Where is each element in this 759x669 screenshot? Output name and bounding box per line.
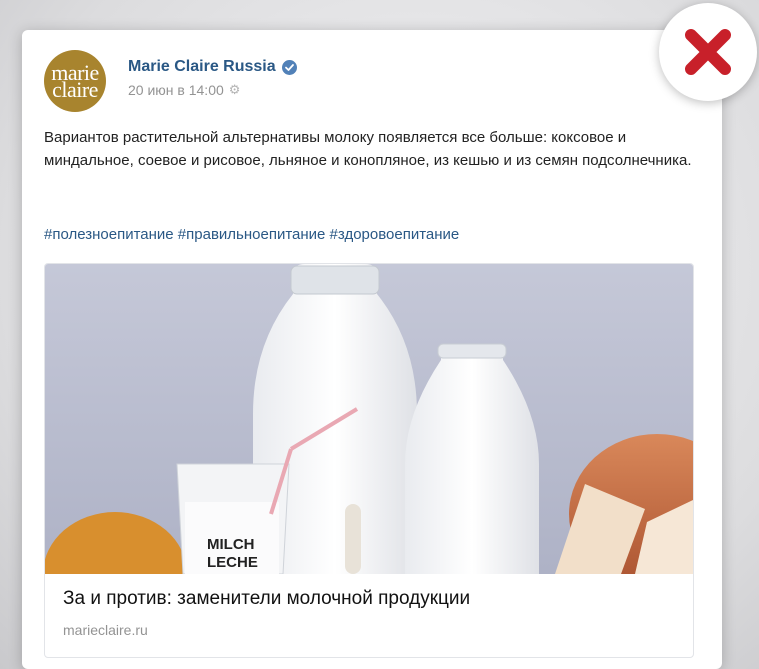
snippet-title[interactable]: За и против: заменители молочной продукц… — [63, 588, 470, 610]
post-text: Вариантов растительной альтернативы моло… — [44, 129, 692, 169]
avatar[interactable]: marie claire — [44, 50, 106, 112]
hashtags-link[interactable]: #полезноепитание #правильноепитание #здо… — [44, 226, 459, 243]
author-name-link[interactable]: Marie Claire Russia — [128, 58, 276, 76]
gear-icon[interactable]: ⚙ — [229, 82, 241, 98]
image-label-line1: MILCH — [207, 536, 255, 553]
image-label-line2: LECHE — [207, 554, 258, 571]
verified-check-icon — [281, 59, 297, 75]
post-date-row: 20 июн в 14:00 ⚙ — [128, 82, 240, 98]
snippet-domain: marieclaire.ru — [63, 622, 148, 638]
post-card: marie claire Marie Claire Russia 20 июн … — [22, 30, 722, 669]
avatar-text-line2: claire — [52, 77, 98, 102]
link-snippet[interactable]: MILCH LECHE За и против: заменители моло… — [44, 263, 694, 658]
author-name-row: Marie Claire Russia — [128, 58, 297, 76]
post-date-link[interactable]: 20 июн в 14:00 — [128, 82, 224, 98]
snippet-image[interactable]: MILCH LECHE — [45, 264, 693, 574]
red-x-icon — [659, 3, 757, 101]
